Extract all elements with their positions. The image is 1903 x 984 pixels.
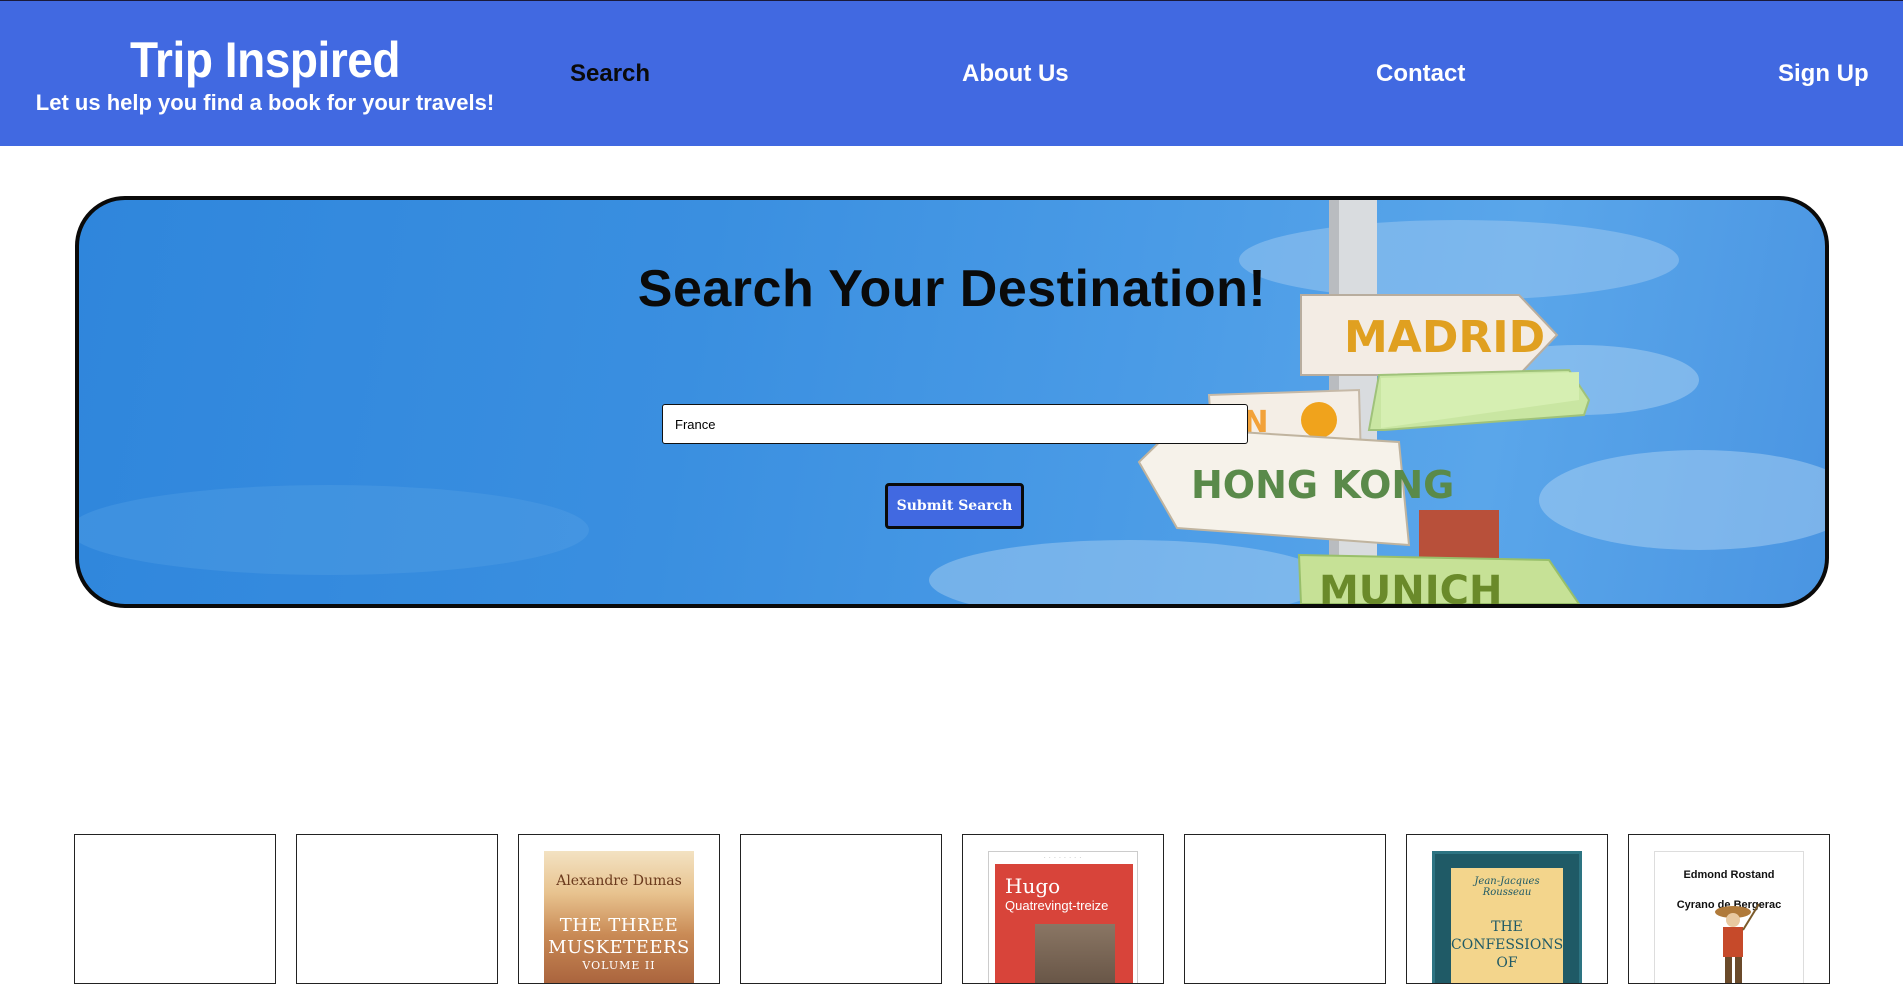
search-heading: Search Your Destination! (637, 260, 1267, 318)
publisher-strip: · · · · · · · · (1043, 855, 1083, 861)
book-result-card[interactable]: Edmond Rostand Cyrano de Bergerac (1628, 834, 1830, 984)
book-result-card[interactable] (740, 834, 942, 984)
book-author: Hugo (1005, 874, 1061, 898)
cover-label-panel: Jean-Jacques Rousseau THE CONFESSIONS OF (1451, 868, 1564, 983)
book-result-card[interactable] (296, 834, 498, 984)
munich-sign: MUNICH (1297, 553, 1581, 604)
nav-contact-link[interactable]: Contact (1376, 59, 1465, 89)
svg-text:MUNICH: MUNICH (1319, 568, 1502, 604)
submit-search-button[interactable]: Submit Search (885, 483, 1024, 529)
nav-signup-link[interactable]: Sign Up (1778, 59, 1869, 89)
search-hero-panel: MADRID UN HONG KONG MUNICH Search Your D… (75, 196, 1829, 608)
cover-illustration (1035, 924, 1115, 983)
book-result-card[interactable] (74, 834, 276, 984)
book-result-card[interactable]: Jean-Jacques Rousseau THE CONFESSIONS OF (1406, 834, 1608, 984)
book-title: THE CONFESSIONS OF (1451, 919, 1564, 971)
hong-kong-sign: HONG KONG (1137, 426, 1454, 547)
site-tagline: Let us help you find a book for your tra… (35, 90, 495, 115)
book-author: Jean-Jacques Rousseau (1474, 876, 1540, 898)
cover-red-panel: Hugo Quatrevingt-treize (995, 864, 1133, 983)
site-header: Trip Inspired Let us help you find a boo… (0, 0, 1903, 146)
site-title[interactable]: Trip Inspired (21, 31, 509, 89)
book-result-card[interactable] (1184, 834, 1386, 984)
svg-text:HONG KONG: HONG KONG (1191, 463, 1454, 507)
book-cover-image: Edmond Rostand Cyrano de Bergerac (1654, 851, 1804, 983)
book-title: THE THREE MUSKETEERS (548, 915, 690, 958)
book-result-card[interactable]: · · · · · · · · Hugo Quatrevingt-treize (962, 834, 1164, 984)
book-title: Quatrevingt-treize (1005, 898, 1109, 913)
brand: Trip Inspired Let us help you find a boo… (0, 31, 530, 117)
book-cover-image: Alexandre Dumas THE THREE MUSKETEERS VOL… (544, 851, 694, 983)
cyrano-figure-illustration (1715, 903, 1760, 983)
destination-search-input[interactable] (662, 404, 1248, 444)
book-author: Alexandre Dumas (556, 873, 682, 889)
book-cover-image: Jean-Jacques Rousseau THE CONFESSIONS OF (1432, 851, 1582, 983)
book-result-card[interactable]: Alexandre Dumas THE THREE MUSKETEERS VOL… (518, 834, 720, 984)
book-cover-image: · · · · · · · · Hugo Quatrevingt-treize (988, 851, 1138, 983)
book-author: Edmond Rostand (1683, 869, 1775, 881)
nav-search-link[interactable]: Search (570, 59, 650, 89)
nav-about-link[interactable]: About Us (962, 59, 1069, 89)
book-subtitle: VOLUME II (582, 959, 656, 972)
